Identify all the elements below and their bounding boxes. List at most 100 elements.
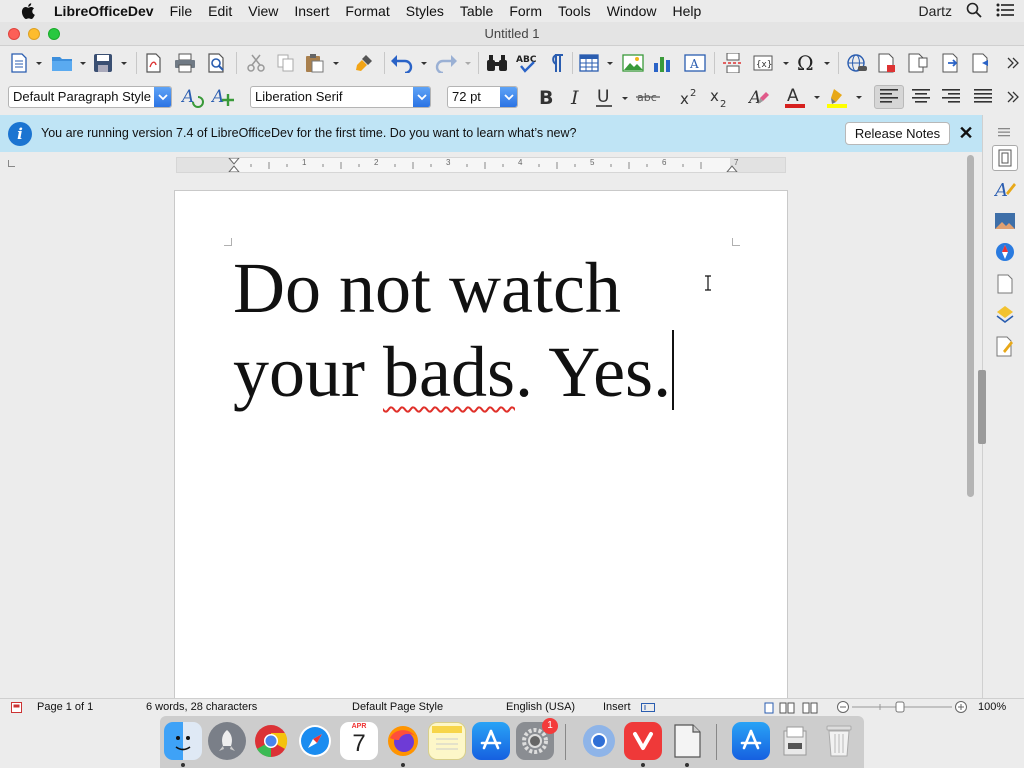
sidebar-gallery-icon[interactable]: [992, 208, 1018, 234]
align-right-icon[interactable]: [938, 85, 964, 109]
app-store-icon[interactable]: [472, 722, 510, 760]
insert-cross-reference-icon[interactable]: [938, 51, 964, 75]
firefox-icon[interactable]: [384, 722, 422, 760]
paragraph-style-combobox[interactable]: Default Paragraph Style: [8, 86, 172, 108]
multi-page-view-icon[interactable]: [779, 702, 795, 717]
toolbar-overflow-chevron-icon[interactable]: [1004, 51, 1022, 75]
menu-file[interactable]: File: [162, 0, 201, 22]
spelling-icon[interactable]: ABC: [515, 51, 543, 75]
subscript-icon[interactable]: x2: [706, 85, 732, 109]
release-notes-button[interactable]: Release Notes: [845, 122, 950, 145]
menu-edit[interactable]: Edit: [200, 0, 240, 22]
sidebar-properties-icon[interactable]: [992, 145, 1018, 171]
font-name-combobox[interactable]: Liberation Serif: [250, 86, 431, 108]
align-left-button[interactable]: [874, 85, 904, 109]
zoom-level[interactable]: 100%: [978, 701, 1006, 713]
open-folder-button[interactable]: [50, 51, 88, 75]
sidebar-menu-icon[interactable]: [998, 125, 1010, 140]
horizontal-ruler[interactable]: 1 2 3 4 5 6 7: [176, 157, 786, 173]
find-replace-icon[interactable]: [484, 51, 510, 75]
safari-icon[interactable]: [296, 722, 334, 760]
insert-text-box-icon[interactable]: A: [682, 51, 708, 75]
sidebar-page-icon[interactable]: [992, 271, 1018, 297]
underline-button[interactable]: U: [594, 85, 634, 109]
insert-field-button[interactable]: {x}: [752, 51, 792, 75]
document-page[interactable]: Do not watch your bads. Yes.: [174, 190, 788, 698]
chevron-down-icon[interactable]: [413, 87, 430, 107]
apple-menu-icon[interactable]: [18, 0, 38, 22]
page-style[interactable]: Default Page Style: [352, 701, 443, 713]
notification-center-icon[interactable]: [996, 3, 1014, 20]
formatting-marks-icon[interactable]: [544, 51, 568, 75]
vertical-scrollbar[interactable]: [965, 155, 976, 500]
insert-comment-icon[interactable]: [968, 51, 994, 75]
sidebar-styles-icon[interactable]: A: [992, 177, 1018, 203]
new-style-icon[interactable]: A: [210, 85, 236, 109]
menu-table[interactable]: Table: [452, 0, 501, 22]
font-size-combobox[interactable]: 72 pt: [447, 86, 518, 108]
chevron-down-icon[interactable]: [154, 87, 171, 107]
tab-stop-selector[interactable]: [8, 160, 15, 167]
zoom-slider[interactable]: [836, 700, 970, 714]
sidebar-style-inspector-icon[interactable]: [992, 302, 1018, 328]
document-text[interactable]: Do not watch your bads. Yes.: [233, 247, 703, 414]
language[interactable]: English (USA): [506, 701, 575, 713]
chevron-down-icon[interactable]: [500, 87, 517, 107]
launchpad-icon[interactable]: [208, 722, 246, 760]
update-style-icon[interactable]: A: [180, 85, 206, 109]
notes-icon[interactable]: [428, 722, 466, 760]
print-preview-button[interactable]: [204, 51, 230, 75]
trash-icon[interactable]: [820, 722, 858, 760]
clone-formatting-icon[interactable]: [352, 51, 378, 75]
sidebar-resize-handle[interactable]: [978, 370, 986, 444]
align-center-icon[interactable]: [908, 85, 934, 109]
insert-mode[interactable]: Insert: [603, 701, 631, 713]
redo-button[interactable]: [434, 51, 474, 75]
insert-chart-icon[interactable]: [650, 51, 676, 75]
clear-formatting-icon[interactable]: A: [746, 85, 772, 109]
export-pdf-button[interactable]: [142, 51, 166, 75]
insert-table-button[interactable]: [578, 51, 616, 75]
menu-styles[interactable]: Styles: [398, 0, 452, 22]
sidebar-manage-changes-icon[interactable]: [992, 333, 1018, 359]
menu-tools[interactable]: Tools: [550, 0, 599, 22]
document-area[interactable]: 1 2 3 4 5 6 7 Do not watch your bads. Ye…: [0, 152, 982, 698]
libreoffice-icon[interactable]: [668, 722, 706, 760]
system-preferences-icon[interactable]: 1: [516, 718, 558, 760]
cut-icon[interactable]: [243, 51, 269, 75]
misspelled-word[interactable]: bads: [383, 332, 515, 412]
spotlight-search-icon[interactable]: [966, 2, 982, 21]
calendar-icon[interactable]: APR 7: [340, 722, 378, 760]
user-name[interactable]: Dartz: [919, 3, 952, 19]
insert-hyperlink-icon[interactable]: [844, 51, 870, 75]
toolbar-overflow-chevron-icon[interactable]: [1004, 85, 1022, 109]
selection-mode-icon[interactable]: [641, 703, 655, 715]
menu-help[interactable]: Help: [664, 0, 709, 22]
print-button[interactable]: [172, 51, 198, 75]
insert-footnote-icon[interactable]: [874, 51, 900, 75]
chrome-icon[interactable]: [252, 722, 290, 760]
copy-icon[interactable]: [273, 51, 299, 75]
justify-icon[interactable]: [970, 85, 996, 109]
font-color-button[interactable]: A: [784, 85, 824, 109]
menu-app-name[interactable]: LibreOfficeDev: [46, 0, 162, 22]
strikethrough-icon[interactable]: abc: [636, 85, 664, 109]
insert-image-icon[interactable]: [620, 51, 646, 75]
menu-view[interactable]: View: [240, 0, 286, 22]
undo-button[interactable]: [390, 51, 430, 75]
italic-icon[interactable]: I: [564, 85, 588, 109]
app-store-download-icon[interactable]: [732, 722, 770, 760]
insert-special-character-button[interactable]: Ω: [796, 51, 834, 75]
insert-page-break-icon[interactable]: [720, 51, 746, 75]
menu-window[interactable]: Window: [599, 0, 665, 22]
menu-format[interactable]: Format: [337, 0, 397, 22]
menu-form[interactable]: Form: [501, 0, 550, 22]
highlight-color-button[interactable]: [826, 85, 866, 109]
downloads-stack-icon[interactable]: [776, 722, 814, 760]
scrollbar-thumb[interactable]: [967, 155, 974, 497]
insert-endnote-icon[interactable]: [904, 51, 930, 75]
page-number[interactable]: Page 1 of 1: [37, 701, 93, 713]
paste-button[interactable]: [304, 51, 342, 75]
book-view-icon[interactable]: [802, 702, 818, 717]
document-modified-icon[interactable]: [11, 702, 22, 716]
